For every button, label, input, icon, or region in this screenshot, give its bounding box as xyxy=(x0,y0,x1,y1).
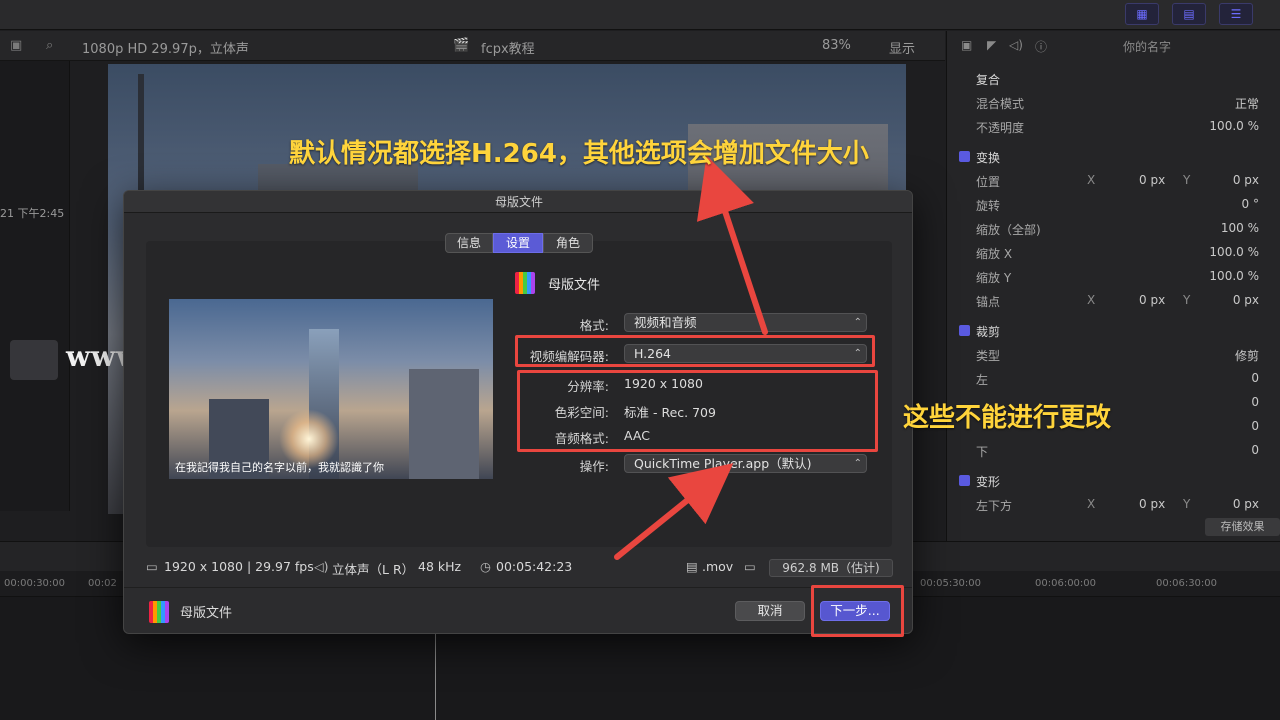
fcpx-window: ▦ ▤ ☰ ▣ ⌕ 1080p HD 29.97p，立体声 🎬 fcpx教程 8… xyxy=(0,0,1280,720)
arrow-to-action xyxy=(614,463,734,560)
annotation-top-note: 默认情况都选择H.264，其他选项会增加文件大小 xyxy=(289,139,869,169)
annotation-arrows xyxy=(614,155,768,560)
annotation-right-note: 这些不能进行更改 xyxy=(903,403,1112,433)
arrow-to-top-note xyxy=(696,155,768,335)
